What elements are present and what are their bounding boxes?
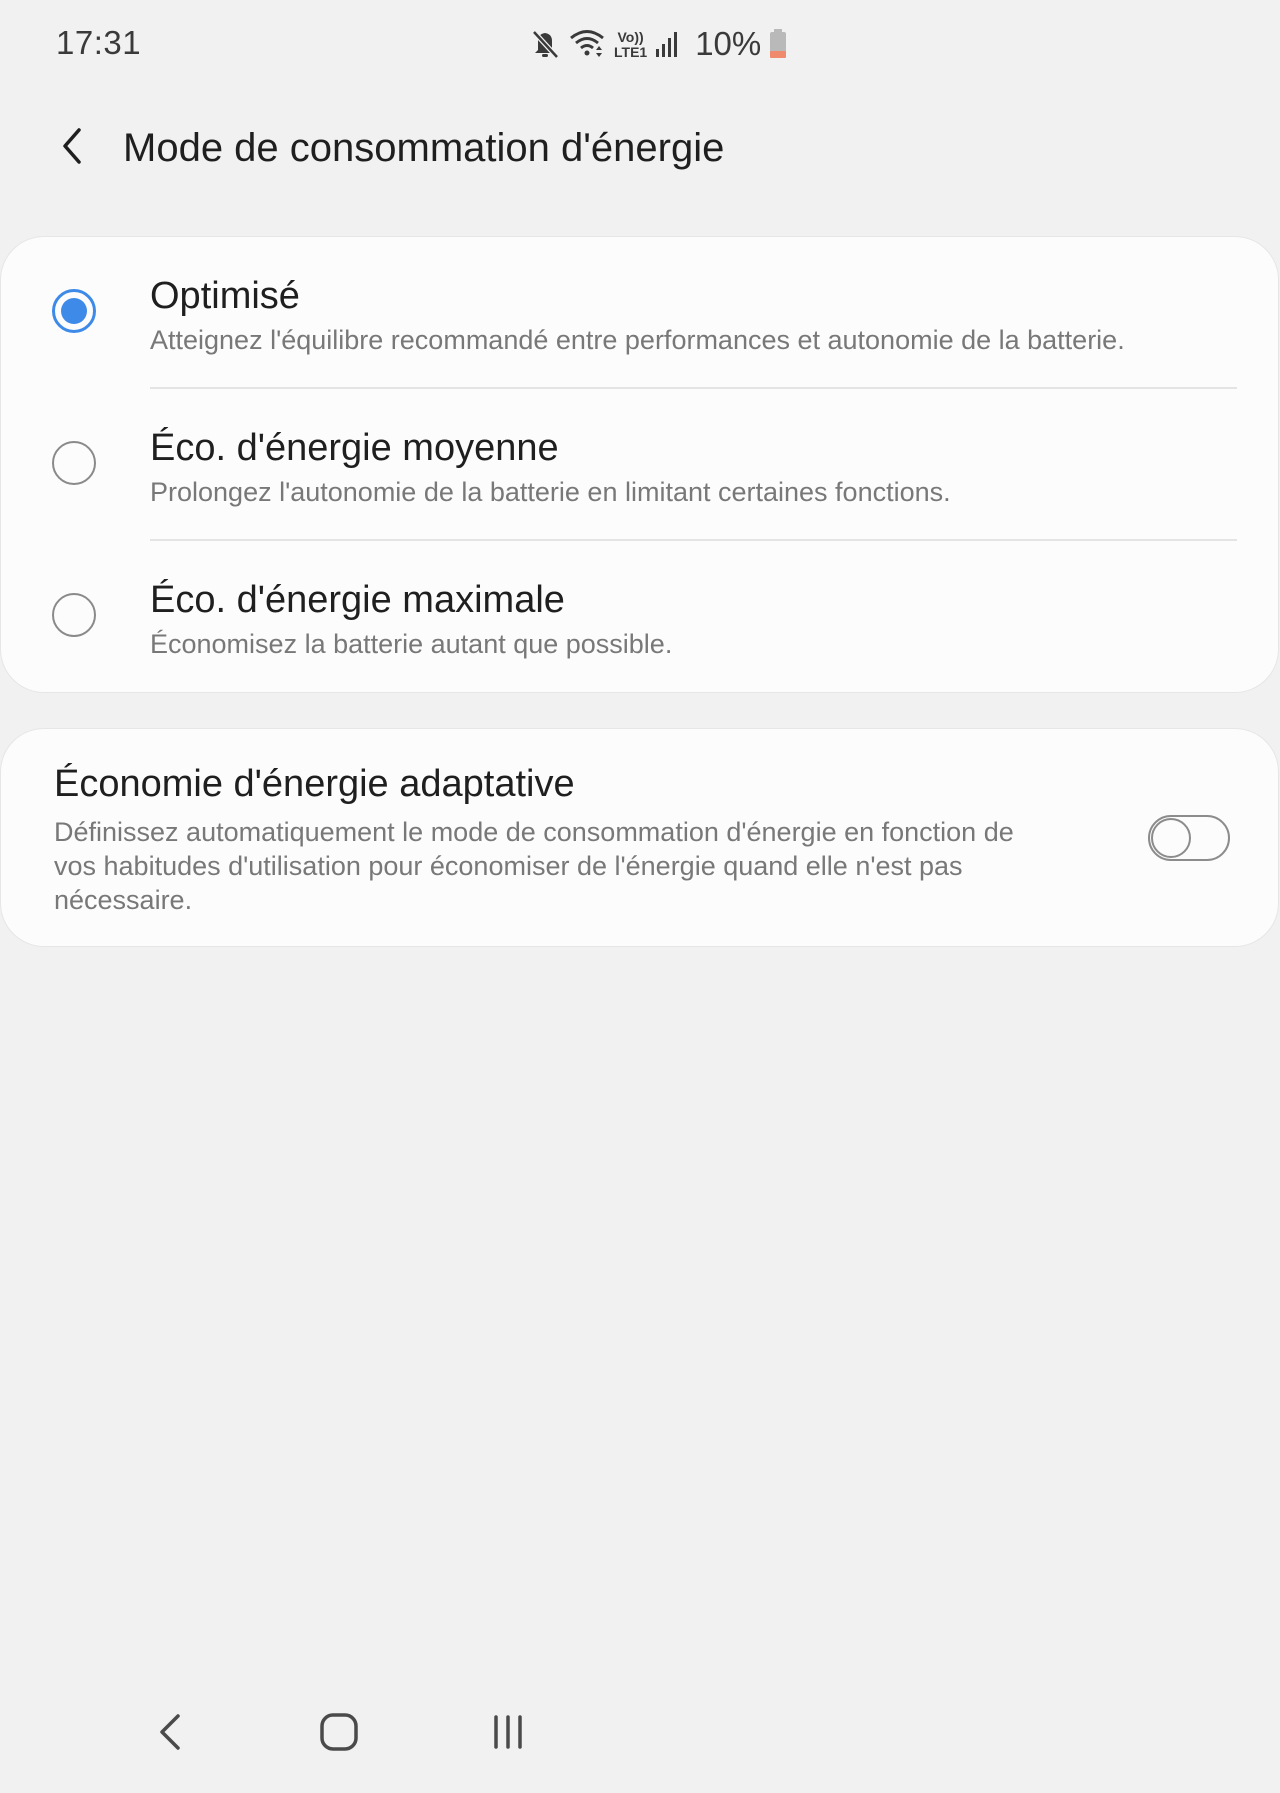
adaptive-description: Définissez automatiquement le mode de co… (54, 817, 1014, 915)
app-header: Mode de consommation d'énergie (0, 100, 1280, 200)
page-title: Mode de consommation d'énergie (123, 126, 725, 170)
radio-button-selected[interactable] (52, 289, 96, 333)
mode-option-optimise[interactable]: Optimisé Atteignez l'équilibre recommand… (1, 237, 1280, 389)
status-bar: 17:31 Vo)) LTE1 10% (0, 0, 1280, 90)
nav-recents-button[interactable] (473, 1706, 543, 1762)
nav-home-icon (319, 1712, 359, 1757)
mode-option-eco-maximale[interactable]: Éco. d'énergie maximale Économisez la ba… (1, 541, 1280, 693)
nav-back-icon (156, 1712, 184, 1757)
nav-home-button[interactable] (304, 1706, 374, 1762)
mode-option-eco-moyenne[interactable]: Éco. d'énergie moyenne Prolongez l'auton… (1, 389, 1280, 541)
nav-back-button[interactable] (135, 1706, 205, 1762)
mode-title: Éco. d'énergie moyenne (150, 427, 559, 469)
mode-description: Économisez la batterie autant que possib… (150, 629, 673, 659)
back-button[interactable] (44, 120, 100, 176)
mode-title: Éco. d'énergie maximale (150, 579, 565, 621)
status-icons: Vo)) LTE1 10% (530, 20, 787, 68)
radio-dot (61, 298, 87, 324)
radio-button[interactable] (52, 593, 96, 637)
nav-recents-icon (488, 1712, 528, 1757)
wifi-icon (568, 28, 606, 60)
volte-lte-icon: Vo)) LTE1 (614, 28, 648, 60)
mode-title: Optimisé (150, 275, 300, 317)
mode-description: Prolongez l'autonomie de la batterie en … (150, 477, 951, 507)
adaptive-power-card[interactable]: Économie d'énergie adaptative Définissez… (0, 728, 1279, 947)
navigation-bar (0, 1690, 1280, 1793)
mute-icon (530, 28, 560, 60)
toggle-knob (1151, 818, 1191, 858)
power-mode-card: Optimisé Atteignez l'équilibre recommand… (0, 236, 1279, 693)
adaptive-toggle[interactable] (1148, 815, 1230, 861)
mode-description: Atteignez l'équilibre recommandé entre p… (150, 325, 1125, 355)
status-time: 17:31 (56, 24, 142, 61)
signal-icon (655, 29, 681, 59)
adaptive-title: Économie d'énergie adaptative (54, 763, 575, 805)
battery-low-icon (769, 28, 787, 60)
chevron-left-icon (57, 126, 87, 171)
battery-percent: 10% (695, 25, 762, 62)
radio-button[interactable] (52, 441, 96, 485)
